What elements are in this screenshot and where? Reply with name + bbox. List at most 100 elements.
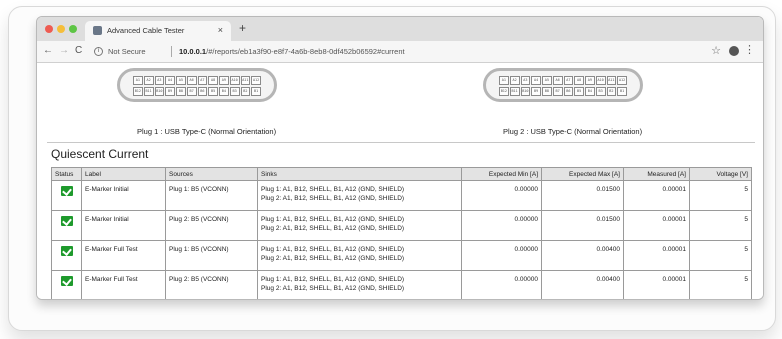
sink-line: Plug 2: A1, B12, SHELL, B1, A12 (GND, SH… bbox=[261, 195, 405, 202]
profile-avatar-icon[interactable] bbox=[729, 46, 739, 56]
measured-cell: 0.00001 bbox=[623, 180, 690, 211]
header-voltage[interactable]: Voltage [V] bbox=[689, 167, 752, 181]
measured-cell: 0.00001 bbox=[623, 270, 690, 299]
forward-arrow-icon[interactable]: → bbox=[59, 45, 69, 57]
voltage-cell: 5 bbox=[689, 180, 752, 211]
url-host: 10.0.0.1 bbox=[179, 47, 207, 56]
sink-line: Plug 1: A1, B12, SHELL, B1, A12 (GND, SH… bbox=[261, 216, 405, 223]
connector-pin: B2 bbox=[606, 87, 617, 96]
expected-max-cell: 0.01500 bbox=[541, 180, 624, 211]
back-arrow-icon[interactable]: ← bbox=[43, 45, 53, 57]
plug-1-diagram: A1 A2 A3 A4 A5 A6 A7 A8 A9 A10 A11 A12 B12 B11 B10 B9 B… bbox=[117, 68, 277, 108]
connector-pin: B12 bbox=[499, 87, 509, 96]
connector-pin: A3 bbox=[520, 76, 531, 85]
connector-pin: A9 bbox=[585, 76, 595, 85]
connector-pin: B12 bbox=[133, 87, 143, 96]
voltage-cell: 5 bbox=[689, 210, 752, 241]
connector-pin: A5 bbox=[542, 76, 552, 85]
address-toolbar: ← → C i Not Secure 10.0.0.1/#/reports/eb… bbox=[37, 41, 763, 63]
tab-advanced-cable-tester[interactable]: Advanced Cable Tester × bbox=[85, 21, 231, 41]
connector-pin: B5 bbox=[574, 87, 584, 96]
connector-pin: A10 bbox=[229, 76, 240, 85]
close-window-button[interactable] bbox=[45, 25, 53, 33]
connector-pin: A8 bbox=[574, 76, 584, 85]
connector-pin: A12 bbox=[617, 76, 627, 85]
address-bar[interactable]: 10.0.0.1/#/reports/eb1a3f90-e8f7-4a6b-8e… bbox=[179, 47, 405, 56]
connector-pin: A12 bbox=[251, 76, 261, 85]
connector-pin: B3 bbox=[229, 87, 240, 96]
plug-1-top-pins: A1 A2 A3 A4 A5 A6 A7 A8 A9 A10 A11 A12 bbox=[133, 76, 261, 85]
voltage-cell: 5 bbox=[689, 270, 752, 299]
sources-cell: Plug 1: B5 (VCONN) bbox=[165, 180, 258, 211]
tab-close-icon[interactable]: × bbox=[218, 25, 223, 35]
reload-icon[interactable]: C bbox=[75, 45, 82, 57]
connector-pin: A9 bbox=[219, 76, 229, 85]
voltage-cell: 5 bbox=[689, 240, 752, 271]
new-tab-button[interactable]: + bbox=[239, 22, 246, 34]
sinks-cell: Plug 1: A1, B12, SHELL, B1, A12 (GND, SH… bbox=[257, 240, 462, 271]
header-status[interactable]: Status bbox=[51, 167, 82, 181]
header-expected-min[interactable]: Expected Min [A] bbox=[461, 167, 542, 181]
header-measured[interactable]: Measured [A] bbox=[623, 167, 690, 181]
page-content: A1 A2 A3 A4 A5 A6 A7 A8 A9 A10 A11 A12 B12 B11 B10 B9 B… bbox=[37, 64, 763, 299]
connector-pin: A1 bbox=[133, 76, 143, 85]
connector-pin: A2 bbox=[509, 76, 520, 85]
header-sinks[interactable]: Sinks bbox=[257, 167, 462, 181]
connector-pin: A4 bbox=[531, 76, 541, 85]
pass-check-icon bbox=[60, 276, 73, 286]
plug-2-top-pins: A1 A2 A3 A4 A5 A6 A7 A8 A9 A10 A11 A12 bbox=[499, 76, 627, 85]
status-cell bbox=[51, 210, 82, 241]
connector-pin: A2 bbox=[143, 76, 154, 85]
connector-pin: A6 bbox=[186, 76, 197, 85]
connector-pin: A7 bbox=[197, 76, 208, 85]
browser-window: Advanced Cable Tester × + ← → C i Not Se… bbox=[36, 16, 764, 300]
expected-max-cell: 0.01500 bbox=[541, 210, 624, 241]
measured-cell: 0.00001 bbox=[623, 210, 690, 241]
plug-2-caption: Plug 2 : USB Type-C (Normal Orientation) bbox=[503, 127, 643, 136]
url-path: /#/reports/eb1a3f90-e8f7-4a6b-8eb8-0df45… bbox=[206, 47, 405, 56]
connector-pin: A1 bbox=[499, 76, 509, 85]
table-header-row: Status Label Sources Sinks Expected Min … bbox=[51, 167, 752, 181]
maximize-window-button[interactable] bbox=[69, 25, 77, 33]
header-sources[interactable]: Sources bbox=[165, 167, 258, 181]
connector-pin: B10 bbox=[154, 87, 165, 96]
expected-min-cell: 0.00000 bbox=[461, 180, 542, 211]
usb-c-connector-1: A1 A2 A3 A4 A5 A6 A7 A8 A9 A10 A11 A12 B12 B11 B10 B9 B… bbox=[117, 68, 277, 102]
sources-cell: Plug 1: B5 (VCONN) bbox=[165, 240, 258, 271]
status-cell bbox=[51, 240, 82, 271]
connector-pin: B8 bbox=[542, 87, 552, 96]
connector-pin: A7 bbox=[563, 76, 574, 85]
connector-pin: B10 bbox=[520, 87, 531, 96]
minimize-window-button[interactable] bbox=[57, 25, 65, 33]
measured-cell: 0.00001 bbox=[623, 240, 690, 271]
sink-line: Plug 2: A1, B12, SHELL, B1, A12 (GND, SH… bbox=[261, 285, 405, 292]
browser-menu-icon[interactable]: ⋮ bbox=[744, 44, 755, 56]
address-separator bbox=[171, 46, 172, 57]
sink-line: Plug 1: A1, B12, SHELL, B1, A12 (GND, SH… bbox=[261, 186, 405, 193]
pass-check-icon bbox=[60, 246, 73, 256]
label-cell: E-Marker Initial bbox=[81, 210, 166, 241]
connector-pin: A11 bbox=[606, 76, 617, 85]
table-row: E-Marker Full Test Plug 1: B5 (VCONN) Plug… bbox=[51, 240, 752, 271]
sources-cell: Plug 2: B5 (VCONN) bbox=[165, 210, 258, 241]
label-cell: E-Marker Initial bbox=[81, 180, 166, 211]
sinks-cell: Plug 1: A1, B12, SHELL, B1, A12 (GND, SH… bbox=[257, 210, 462, 241]
connector-pin: B11 bbox=[143, 87, 154, 96]
table-row: E-Marker Initial Plug 2: B5 (VCONN) Plug 1… bbox=[51, 210, 752, 241]
connector-pin: B1 bbox=[617, 87, 627, 96]
sink-line: Plug 2: A1, B12, SHELL, B1, A12 (GND, SH… bbox=[261, 225, 405, 232]
table-row: E-Marker Full Test Plug 2: B5 (VCONN) Plug… bbox=[51, 270, 752, 299]
not-secure-label[interactable]: Not Secure bbox=[108, 47, 146, 56]
expected-min-cell: 0.00000 bbox=[461, 210, 542, 241]
tab-bar: Advanced Cable Tester × + bbox=[37, 17, 763, 41]
star-icon[interactable]: ☆ bbox=[711, 44, 721, 57]
plug-1-caption: Plug 1 : USB Type-C (Normal Orientation) bbox=[137, 127, 277, 136]
header-label[interactable]: Label bbox=[81, 167, 166, 181]
info-icon[interactable]: i bbox=[94, 47, 103, 56]
connector-pin: B7 bbox=[552, 87, 563, 96]
sink-line: Plug 1: A1, B12, SHELL, B1, A12 (GND, SH… bbox=[261, 246, 405, 253]
sink-line: Plug 2: A1, B12, SHELL, B1, A12 (GND, SH… bbox=[261, 255, 405, 262]
expected-min-cell: 0.00000 bbox=[461, 270, 542, 299]
header-expected-max[interactable]: Expected Max [A] bbox=[541, 167, 624, 181]
label-cell: E-Marker Full Test bbox=[81, 270, 166, 299]
